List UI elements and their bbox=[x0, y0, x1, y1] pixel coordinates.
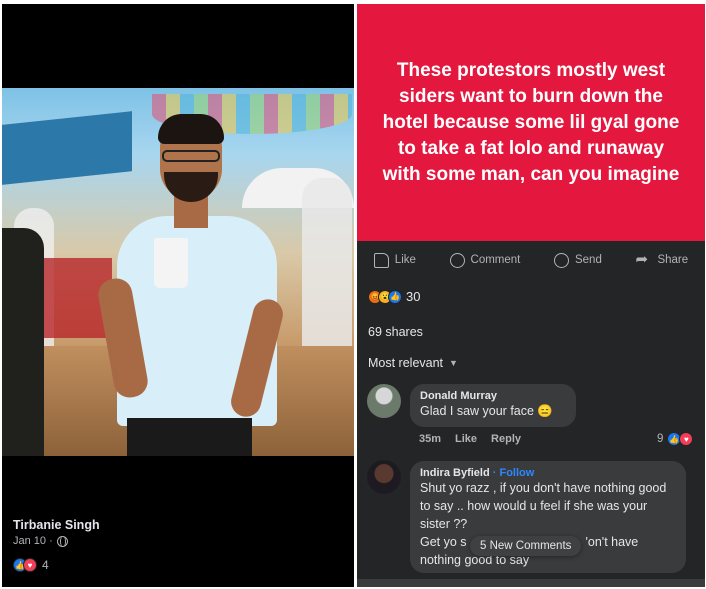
sort-label: Most relevant bbox=[368, 356, 444, 370]
blue-tent bbox=[2, 111, 132, 185]
share-arrow-icon bbox=[635, 250, 651, 268]
share-button[interactable]: Share bbox=[635, 250, 689, 268]
comment-text: Shut yo razz , if you don't have nothing… bbox=[420, 481, 667, 531]
chevron-down-icon: ▼ bbox=[449, 358, 458, 368]
reaction-count: 30 bbox=[406, 289, 421, 304]
new-comments-pill[interactable]: 5 New Comments bbox=[470, 536, 582, 556]
like-reaction-icon: 👍 bbox=[388, 289, 402, 304]
send-button[interactable]: Send bbox=[553, 252, 602, 268]
right-post-panel: These protestors mostly west siders want… bbox=[357, 4, 705, 587]
messenger-icon bbox=[553, 252, 569, 268]
post-action-bar: Like Comment Send Share bbox=[357, 248, 705, 272]
globe-icon bbox=[56, 535, 68, 547]
comment-bubble: Indira Byfield · Follow Shut yo razz , i… bbox=[410, 461, 686, 573]
reaction-summary[interactable]: 👍 ♥ 4 bbox=[13, 558, 49, 572]
thumbs-up-icon bbox=[373, 252, 389, 268]
comment-time[interactable]: 35m bbox=[419, 433, 441, 445]
text-post-banner[interactable]: These protestors mostly west siders want… bbox=[357, 4, 705, 241]
comment-label: Comment bbox=[470, 254, 521, 266]
comment-meta: 35m Like Reply bbox=[419, 433, 521, 445]
shares-count[interactable]: 69 shares bbox=[368, 325, 423, 339]
comment-like-button[interactable]: Like bbox=[455, 433, 477, 445]
share-label: Share bbox=[657, 254, 689, 266]
comment-text-part-b: 'on't have bbox=[585, 535, 639, 549]
commenter-name[interactable]: Indira Byfield bbox=[420, 467, 490, 479]
send-label: Send bbox=[574, 254, 602, 266]
comment-reply-button[interactable]: Reply bbox=[491, 433, 521, 445]
white-cup bbox=[154, 238, 188, 288]
comment-sort-dropdown[interactable]: Most relevant ▼ bbox=[368, 356, 458, 370]
commenter-header: Indira Byfield · Follow bbox=[420, 467, 676, 479]
poster-name[interactable]: Tirbanie Singh bbox=[13, 518, 100, 532]
banner-text: These protestors mostly west siders want… bbox=[382, 59, 680, 185]
avatar[interactable] bbox=[367, 384, 401, 418]
post-meta: Jan 10 · bbox=[13, 535, 68, 547]
man-glasses bbox=[162, 150, 220, 162]
comment-text: Glad I saw your face 😑 bbox=[420, 404, 553, 418]
comment-icon bbox=[449, 252, 465, 268]
commenter-name[interactable]: Donald Murray bbox=[420, 390, 566, 402]
man-hair bbox=[158, 114, 224, 144]
foreground-dark-figure bbox=[2, 228, 44, 456]
reaction-summary-right[interactable]: 😡 😮 👍 30 bbox=[368, 289, 420, 304]
comment-text-part-a: Get yo s bbox=[420, 535, 467, 549]
like-button[interactable]: Like bbox=[373, 252, 416, 268]
post-photo[interactable] bbox=[2, 88, 354, 456]
left-post-panel: Tirbanie Singh Jan 10 · 👍 ♥ 4 bbox=[2, 4, 354, 587]
post-date[interactable]: Jan 10 · bbox=[13, 535, 53, 547]
comment-reaction-count: 9 bbox=[657, 433, 664, 445]
like-label: Like bbox=[394, 254, 416, 266]
comment-button[interactable]: Comment bbox=[449, 252, 521, 268]
comment-bubble: Donald Murray Glad I saw your face 😑 bbox=[410, 384, 576, 427]
reaction-count: 4 bbox=[42, 558, 49, 572]
avatar[interactable] bbox=[367, 460, 401, 494]
comment-input-bar[interactable] bbox=[357, 579, 705, 587]
man-pants bbox=[127, 418, 252, 456]
love-reaction-icon: ♥ bbox=[679, 432, 694, 446]
man-beard bbox=[164, 172, 218, 202]
comment-reaction-summary[interactable]: 9 👍 ♥ bbox=[657, 432, 694, 446]
love-reaction-icon: ♥ bbox=[23, 558, 37, 572]
follow-link[interactable]: · Follow bbox=[493, 467, 535, 479]
